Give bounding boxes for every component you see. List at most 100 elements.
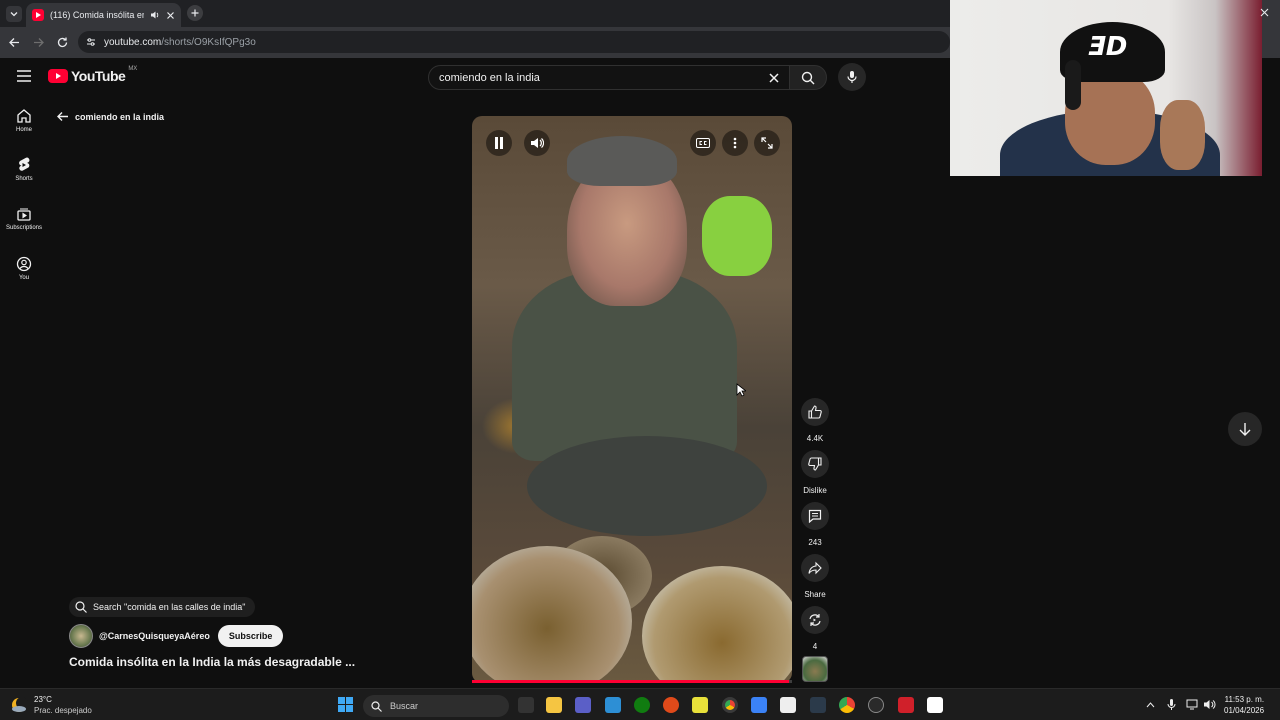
back-to-results-link[interactable]: comiendo en la india [56, 110, 164, 123]
app-z-icon[interactable] [692, 697, 708, 713]
youtube-logo-icon [48, 69, 68, 83]
xbox-icon[interactable] [634, 697, 650, 713]
roblox-icon[interactable] [927, 697, 943, 713]
clear-search-icon[interactable] [769, 73, 779, 83]
plus-icon [191, 9, 199, 17]
clock[interactable]: 11:53 p. m. 01/04/2026 [1224, 694, 1264, 716]
subscribe-button[interactable]: Subscribe [217, 625, 284, 647]
app-red-icon[interactable] [898, 697, 914, 713]
volume-icon[interactable] [1203, 698, 1216, 711]
search-input[interactable]: comiendo en la india [428, 65, 790, 90]
taskbar-search[interactable]: Buscar [363, 695, 509, 717]
app-editor-icon[interactable] [810, 697, 826, 713]
video-frame-detail [642, 566, 792, 683]
sidebar-item-you[interactable]: You [0, 256, 48, 281]
back-arrow-icon[interactable] [8, 36, 21, 49]
url-path: /shorts/O9KsIfQPg3o [161, 36, 256, 48]
forward-arrow-icon[interactable] [32, 36, 45, 49]
sidebar-item-subscriptions[interactable]: Subscriptions [0, 206, 48, 231]
related-search-chip[interactable]: Search "comida en las calles de india" [69, 597, 256, 617]
voice-search-button[interactable] [838, 63, 866, 91]
arrow-down-icon [1239, 423, 1251, 436]
tab-close-icon[interactable] [166, 11, 175, 20]
address-bar[interactable]: youtube.com/shorts/O9KsIfQPg3o [78, 31, 950, 53]
back-arrow-icon [57, 112, 68, 121]
mouse-cursor-icon [736, 383, 746, 397]
clock-date: 01/04/2026 [1224, 706, 1265, 715]
chrome-profile-icon[interactable] [839, 697, 855, 713]
captions-icon [696, 138, 710, 148]
weather-widget[interactable]: 23°C Prac. despejado [10, 694, 92, 716]
more-vertical-icon [733, 137, 737, 149]
share-icon [808, 561, 822, 575]
weather-desc: Prac. despejado [34, 706, 92, 715]
captions-button[interactable] [690, 130, 716, 156]
taskbar-search-label: Buscar [390, 701, 419, 711]
more-options-button[interactable] [722, 130, 748, 156]
app-blue-icon[interactable] [751, 697, 767, 713]
microphone-icon[interactable] [1167, 698, 1176, 711]
tab-list-button[interactable] [6, 6, 22, 22]
speaker-icon[interactable] [150, 10, 160, 20]
weather-moon-icon [12, 697, 28, 712]
weather-temp: 23°C [34, 695, 52, 704]
chevron-up-icon[interactable] [1146, 701, 1155, 708]
search-button[interactable] [789, 65, 827, 90]
video-title[interactable]: Comida insólita en la India la más desag… [69, 655, 355, 669]
sidebar-item-home[interactable]: Home [0, 108, 48, 133]
sidebar-item-shorts[interactable]: Shorts [0, 157, 48, 182]
window-close-icon[interactable] [1260, 8, 1269, 17]
volume-button[interactable] [524, 130, 550, 156]
windows-taskbar: 23°C Prac. despejado Buscar 11:53 p. m. … [0, 688, 1280, 720]
channel-name[interactable]: @CarnesQuisqueyaAéreo [99, 631, 210, 641]
search-icon [371, 700, 382, 712]
site-info-icon[interactable] [86, 37, 96, 47]
dislike-button[interactable]: Dislike [800, 450, 830, 495]
browser-tab[interactable]: (116) Comida insólita en la I [26, 3, 181, 27]
audio-source-thumbnail[interactable] [802, 656, 828, 682]
shorts-icon [19, 157, 30, 171]
like-button[interactable]: 4.4K [800, 398, 830, 443]
share-button[interactable]: Share [800, 554, 830, 599]
new-tab-button[interactable] [187, 5, 203, 21]
next-video-button[interactable] [1228, 412, 1262, 446]
channel-row: @CarnesQuisqueyaAéreo Subscribe [69, 624, 284, 648]
tab-title: (116) Comida insólita en la I [50, 10, 144, 20]
capcut-icon[interactable] [780, 697, 796, 713]
game-launcher-icon[interactable] [663, 697, 679, 713]
youtube-logo[interactable]: YouTube MX [48, 66, 137, 84]
pause-button[interactable] [486, 130, 512, 156]
youtube-favicon-icon [32, 9, 44, 21]
video-frame-detail [702, 196, 772, 276]
remix-icon [809, 614, 821, 626]
sidebar-item-label: Shorts [15, 176, 33, 182]
you-icon [16, 256, 32, 272]
sidebar-item-label: You [18, 275, 30, 281]
back-link-label: comiendo en la india [75, 111, 165, 122]
like-count: 4.4K [806, 434, 824, 443]
logo-text: YouTube [71, 68, 126, 84]
fullscreen-button[interactable] [754, 130, 780, 156]
volume-icon [531, 138, 544, 148]
comment-count: 243 [808, 538, 822, 547]
video-progress-bar[interactable] [472, 680, 792, 683]
reload-icon[interactable] [56, 36, 69, 49]
webcam-detail [1065, 60, 1081, 110]
search-icon [75, 601, 87, 613]
search-query: comiendo en la india [439, 71, 540, 84]
chrome-icon[interactable] [722, 697, 738, 713]
channel-avatar[interactable] [69, 624, 93, 648]
windows-start-icon[interactable] [338, 697, 353, 712]
menu-icon[interactable] [17, 70, 31, 82]
network-icon[interactable] [1186, 698, 1200, 711]
video-frame-detail [567, 136, 677, 186]
epic-games-icon[interactable] [518, 697, 534, 713]
app-circle-icon[interactable] [868, 697, 884, 713]
remix-button[interactable]: 4 [800, 606, 830, 651]
shorts-video-player[interactable] [472, 116, 792, 683]
cap-logo-mark: ƎD [1088, 32, 1128, 62]
mail-icon[interactable] [605, 697, 621, 713]
teams-icon[interactable] [575, 697, 591, 713]
comments-button[interactable]: 243 [800, 502, 830, 547]
file-explorer-icon[interactable] [546, 697, 562, 713]
